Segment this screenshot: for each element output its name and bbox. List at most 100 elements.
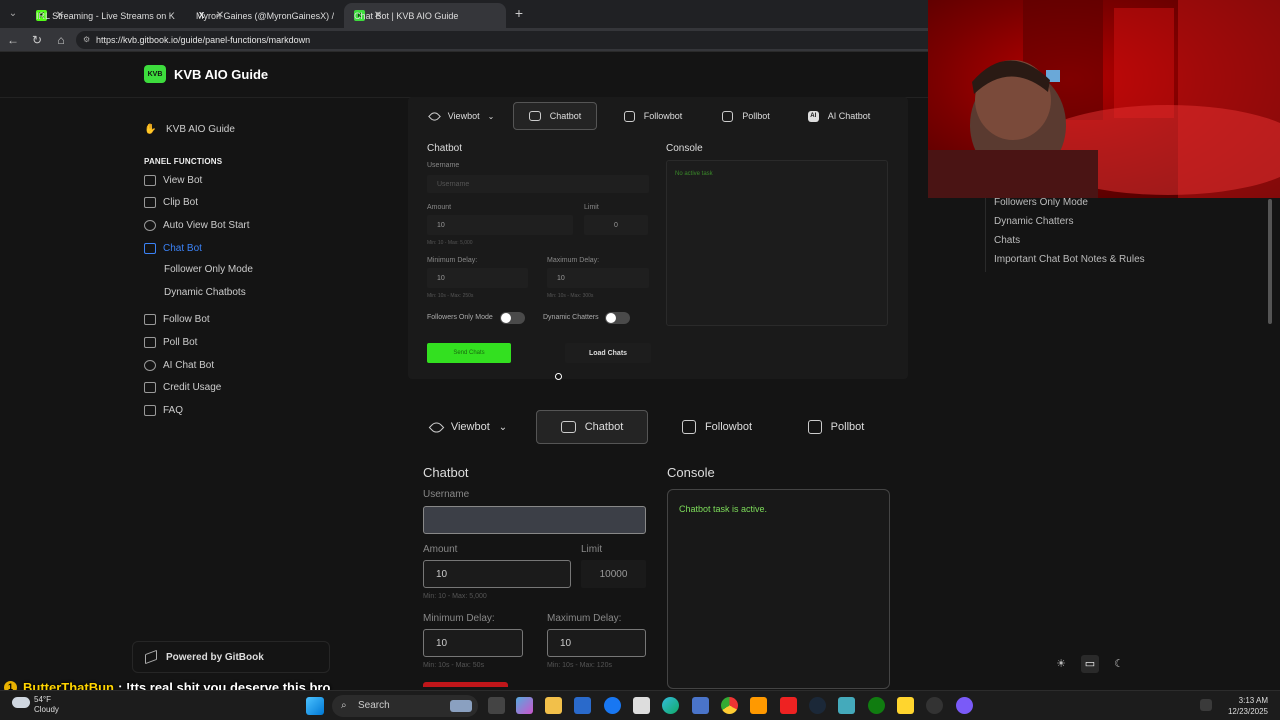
console-heading: Console (667, 465, 715, 480)
task-view-icon[interactable] (488, 697, 505, 714)
chatbot-heading: Chatbot (427, 143, 463, 154)
steam-icon[interactable] (809, 697, 826, 714)
sidebar-item-chat-bot[interactable]: Chat Bot (144, 237, 334, 260)
sidebar-item-clip-bot[interactable]: Clip Bot (144, 192, 334, 215)
theme-switcher: ☀ ▭ ☾ (1052, 655, 1128, 673)
system-mode-icon[interactable]: ▭ (1081, 655, 1099, 673)
tab-label: Pollbot (830, 421, 865, 433)
sidebar-item-faq[interactable]: FAQ (144, 399, 334, 422)
sidebar-item-auto-view-bot[interactable]: Auto View Bot Start (144, 214, 334, 237)
sidebar-item-home[interactable]: ✋ KVB AIO Guide (144, 121, 334, 137)
clock-icon (144, 219, 156, 231)
site-info-icon[interactable]: ⚙ (83, 31, 90, 49)
back-icon[interactable]: ← (5, 32, 21, 48)
vlc-icon[interactable] (750, 697, 767, 714)
panel-tab-row: Viewbot ⌄ Chatbot Followbot Pollbot (414, 410, 886, 444)
outline-item-chats[interactable]: Chats (994, 234, 1145, 247)
tab-label: Followbot (643, 111, 683, 121)
reload-icon[interactable]: ↻ (29, 32, 45, 48)
tab-pollbot[interactable]: Pollbot (786, 410, 886, 444)
light-mode-icon[interactable]: ☀ (1052, 655, 1070, 673)
tab-followbot[interactable]: Followbot (662, 410, 772, 444)
widget-icon[interactable] (450, 700, 472, 712)
windows-start-icon[interactable] (306, 697, 324, 715)
username-field[interactable]: Username (427, 175, 649, 193)
youtube-icon[interactable] (780, 697, 797, 714)
app-icon[interactable] (956, 697, 973, 714)
facebook-icon[interactable] (604, 697, 621, 714)
tab-label: Viewbot (450, 421, 490, 433)
limit-field[interactable]: 0 (584, 215, 648, 235)
username-field[interactable] (423, 506, 646, 534)
weather-widget[interactable]: 54°F Cloudy (12, 695, 59, 715)
dark-mode-icon[interactable]: ☾ (1110, 655, 1128, 673)
poll-icon (144, 336, 156, 348)
send-chats-button[interactable]: Send Chats (427, 343, 511, 363)
ai-icon (144, 359, 156, 371)
amazon-icon[interactable] (633, 697, 650, 714)
min-delay-field[interactable]: 10 (427, 268, 528, 288)
tray-icon[interactable] (1200, 699, 1212, 711)
browser-tab-x[interactable]: X Myron Gaines (@MyronGainesX) / ✕ (186, 3, 346, 28)
load-chats-button[interactable]: Load Chats (565, 343, 651, 363)
sidebar-item-ai-chat-bot[interactable]: AI Chat Bot (144, 354, 334, 377)
xbox-icon[interactable] (868, 697, 885, 714)
chat-icon (560, 421, 576, 433)
console-output: No active task (666, 160, 888, 326)
chatbot-panel-image-large: Viewbot ⌄ Chatbot Followbot Pollbot Chatb… (408, 403, 908, 689)
app-icon[interactable] (838, 697, 855, 714)
edge-icon[interactable] (662, 697, 679, 714)
tab-chatbot[interactable]: Chatbot (536, 410, 648, 444)
url-field[interactable]: ⚙ https://kvb.gitbook.io/guide/panel-fun… (76, 31, 936, 49)
copilot-icon[interactable] (516, 697, 533, 714)
outline-item-notes-rules[interactable]: Important Chat Bot Notes & Rules (994, 253, 1145, 266)
dynamic-chatters-toggle[interactable] (605, 312, 630, 324)
wave-hand-icon: ✋ (144, 123, 157, 135)
tab-pollbot[interactable]: Pollbot (704, 102, 788, 130)
tab-chatbot[interactable]: Chatbot (513, 102, 597, 130)
site-brand[interactable]: KVB KVB AIO Guide (144, 65, 268, 83)
chatbot-panel-image-small: Viewbot ⌄ Chatbot Followbot Pollbot AI AI … (408, 97, 908, 379)
notes-icon[interactable] (897, 697, 914, 714)
tab-viewbot[interactable]: Viewbot ⌄ (414, 410, 524, 444)
sidebar-item-credit-usage[interactable]: Credit Usage (144, 376, 334, 399)
sidebar-item-label: Auto View Bot Start (163, 219, 250, 231)
user-plus-icon (144, 314, 156, 326)
send-chats-button[interactable] (423, 682, 508, 687)
new-tab-icon[interactable]: + (511, 5, 527, 21)
max-delay-field[interactable]: 10 (547, 268, 649, 288)
calculator-icon[interactable] (692, 697, 709, 714)
browser-tab-kick[interactable]: K IRL Streaming - Live Streams on K ✕ (26, 3, 188, 28)
tab-list-icon[interactable]: ⌄ (4, 6, 22, 22)
sidebar-subitem-dynamic-chatbots[interactable]: Dynamic Chatbots (144, 282, 334, 305)
powered-by-gitbook[interactable]: Powered by GitBook (132, 641, 330, 673)
limit-label: Limit (581, 544, 603, 555)
tab-viewbot[interactable]: Viewbot ⌄ (420, 102, 504, 130)
sidebar-subitem-follower-only[interactable]: Follower Only Mode (144, 259, 334, 282)
min-delay-field[interactable]: 10 (423, 629, 523, 657)
limit-field[interactable]: 10000 (581, 560, 646, 588)
max-delay-hint: Min: 10s - Max: 300s (547, 293, 594, 299)
file-explorer-icon[interactable] (545, 697, 562, 714)
tab-title: Myron Gaines (@MyronGainesX) / (196, 10, 335, 21)
sidebar-item-follow-bot[interactable]: Follow Bot (144, 309, 334, 332)
amount-field[interactable]: 10 (427, 215, 573, 235)
sidebar-item-view-bot[interactable]: View Bot (144, 169, 334, 192)
max-delay-field[interactable]: 10 (547, 629, 646, 657)
sidebar-item-label: Clip Bot (163, 197, 199, 209)
chrome-icon[interactable] (721, 697, 738, 714)
tab-followbot[interactable]: Followbot (606, 102, 700, 130)
obs-icon[interactable] (926, 697, 943, 714)
amount-field[interactable]: 10 (423, 560, 571, 588)
grid-icon (144, 174, 156, 186)
home-icon[interactable]: ⌂ (53, 32, 69, 48)
sidebar-item-poll-bot[interactable]: Poll Bot (144, 331, 334, 354)
plus-square-icon (681, 420, 696, 434)
store-icon[interactable] (574, 697, 591, 714)
browser-tab-chatbot[interactable]: K Chat Bot | KVB AIO Guide ✕ (344, 3, 506, 28)
tab-ai-chatbot[interactable]: AI AI Chatbot (792, 102, 886, 130)
followers-only-toggle[interactable] (500, 312, 525, 324)
taskbar-clock[interactable]: 3:13 AM 12/23/2025 (1228, 695, 1268, 717)
scrollbar[interactable] (1268, 199, 1272, 324)
outline-item-dynamic-chatters[interactable]: Dynamic Chatters (994, 215, 1145, 228)
